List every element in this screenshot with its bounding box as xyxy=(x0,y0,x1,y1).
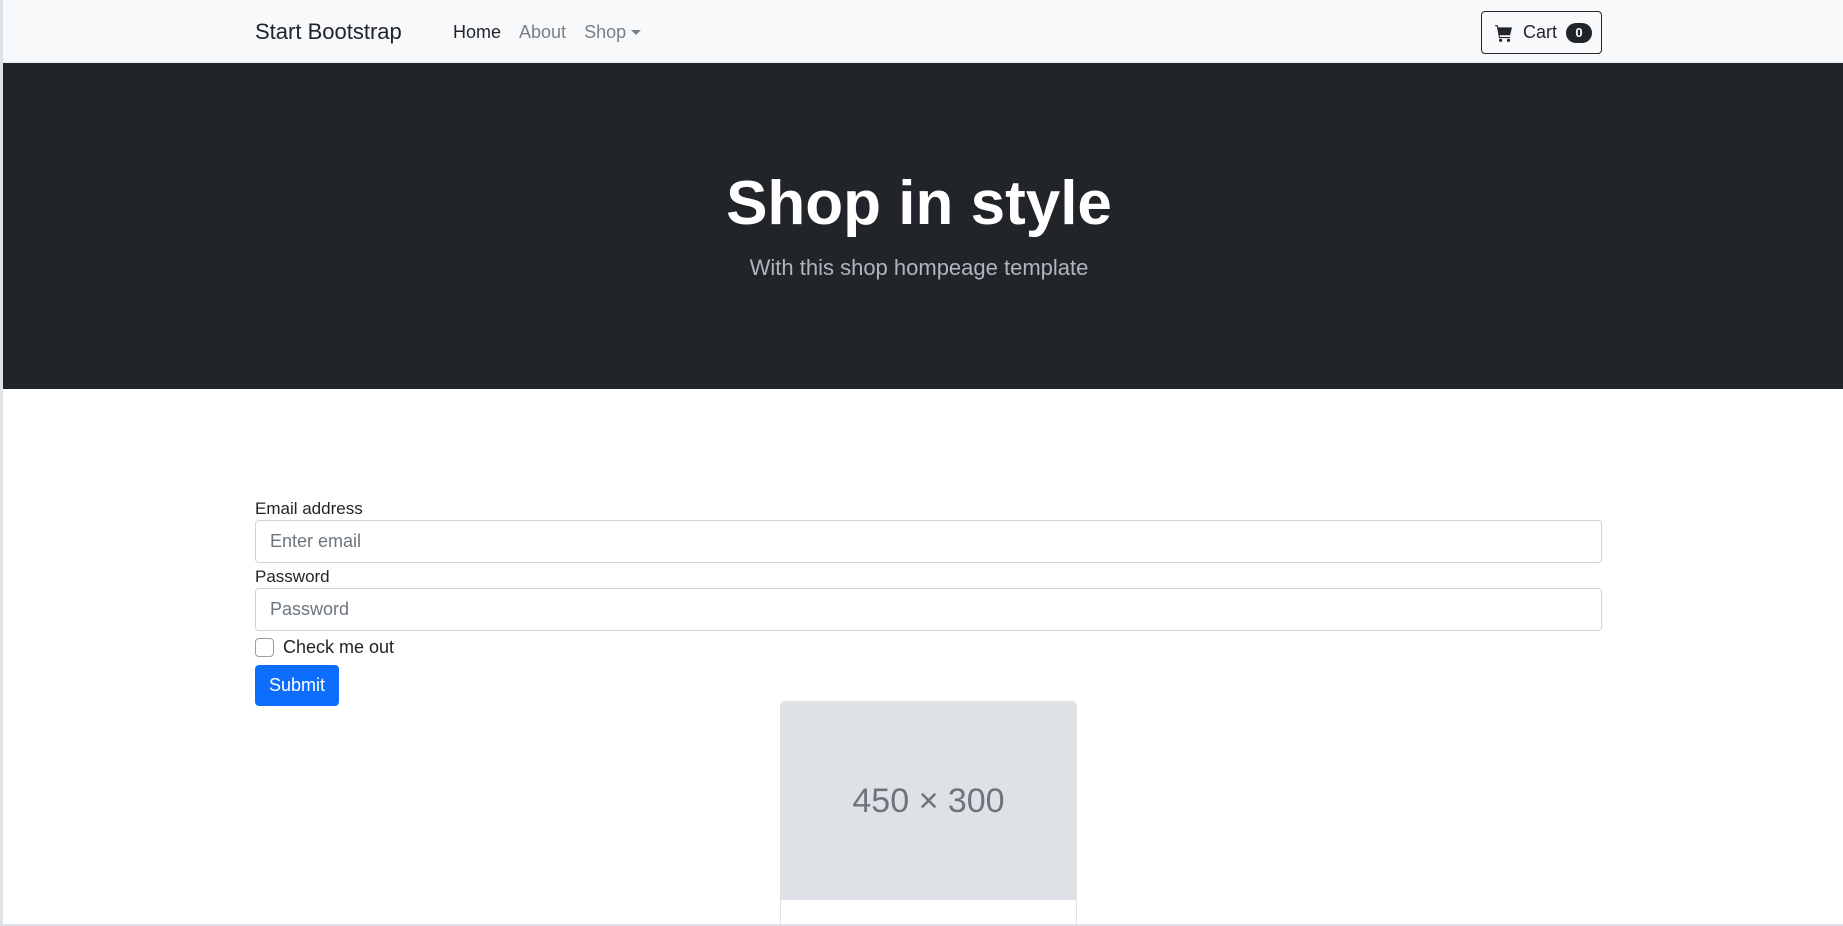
nav-link-shop-label: Shop xyxy=(584,22,627,42)
hero-subtitle: With this shop hompeage template xyxy=(749,255,1089,280)
nav-link-home[interactable]: Home xyxy=(453,22,501,43)
cart-icon xyxy=(1495,24,1512,42)
nav-link-shop-dropdown[interactable]: Shop xyxy=(584,22,642,43)
cart-button[interactable]: Cart 0 xyxy=(1481,11,1602,54)
password-label: Password xyxy=(255,567,330,586)
hero-title: Shop in style xyxy=(726,169,1112,238)
cart-count-badge: 0 xyxy=(1566,22,1593,43)
navbar-brand[interactable]: Start Bootstrap xyxy=(255,19,402,45)
product-image-placeholder: 450 × 300 xyxy=(781,702,1076,900)
hero-header: Shop in style With this shop hompeage te… xyxy=(3,63,1843,389)
submit-button[interactable]: Submit xyxy=(255,665,339,706)
check-me-out-checkbox[interactable] xyxy=(255,638,274,657)
page: Start Bootstrap Home About Shop Cart 0 S… xyxy=(3,0,1843,924)
product-card: 450 × 300 xyxy=(780,701,1077,924)
email-field[interactable] xyxy=(255,520,1602,563)
signup-form: Email address Password Check me out Subm… xyxy=(255,498,1602,706)
navbar: Start Bootstrap Home About Shop Cart 0 xyxy=(3,0,1843,63)
caret-down-icon xyxy=(631,30,642,35)
cart-label: Cart xyxy=(1523,22,1558,42)
check-row: Check me out xyxy=(255,634,1602,661)
check-me-out-label[interactable]: Check me out xyxy=(283,637,394,658)
nav-links: Home About Shop xyxy=(453,22,659,43)
email-label: Email address xyxy=(255,499,363,518)
nav-link-about[interactable]: About xyxy=(519,22,566,43)
password-field[interactable] xyxy=(255,588,1602,631)
